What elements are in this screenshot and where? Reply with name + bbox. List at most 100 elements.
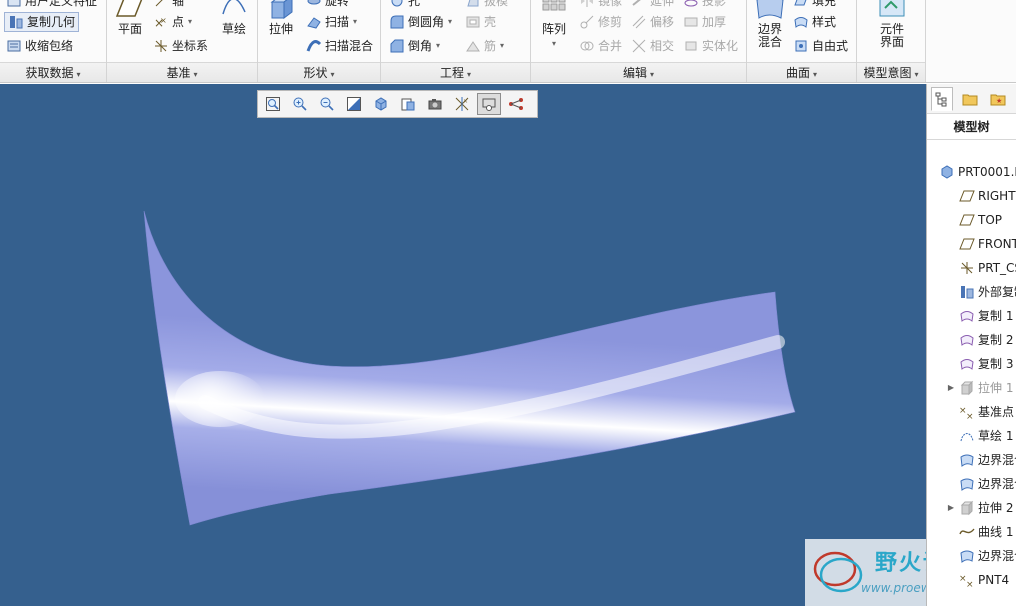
tree-item[interactable]: 外部复制几何	[945, 281, 1016, 303]
group-label-datum[interactable]: 基准 ▾	[107, 62, 257, 82]
tree-item[interactable]: ▶ 拉伸 2	[943, 497, 1013, 519]
refit-button[interactable]	[261, 93, 285, 115]
watermark-url: www.proewildfire.cn	[861, 581, 926, 595]
graphics-viewport[interactable]: × 野火论坛 www.proewildfire.cn	[0, 84, 926, 606]
tree-item[interactable]: 边界混合 2	[945, 473, 1016, 495]
tab-favorites[interactable]: ★	[987, 87, 1009, 111]
surface-model[interactable]	[0, 84, 926, 606]
extrude-button[interactable]: 拉伸	[266, 0, 296, 36]
style-button[interactable]: 样式	[793, 12, 836, 32]
axis-button[interactable]: 轴	[153, 0, 184, 11]
tree-item[interactable]: FRONT	[945, 233, 1016, 255]
sketch-button[interactable]: 草绘	[219, 0, 249, 36]
chevron-down-icon[interactable]: ▾	[188, 12, 192, 32]
tree-item-label: FRONT	[978, 237, 1016, 251]
datum-point-icon: × ×	[959, 404, 975, 420]
repaint-icon	[347, 97, 361, 111]
copy-icon	[959, 356, 975, 372]
sweep-button[interactable]: 扫描 ▾	[306, 12, 357, 32]
tree-item[interactable]: TOP	[945, 209, 1002, 231]
saved-orientations-button[interactable]	[396, 93, 420, 115]
group-label-get-data[interactable]: 获取数据 ▾	[0, 62, 106, 82]
user-defined-feature-button[interactable]: 用户定义特征	[6, 0, 97, 11]
merge-button[interactable]: 合并	[579, 36, 622, 56]
intersect-button[interactable]: 相交	[631, 36, 674, 56]
swept-blend-button[interactable]: 扫描混合	[306, 36, 373, 56]
part-icon	[939, 164, 955, 180]
shell-label: 壳	[484, 15, 497, 29]
tree-item[interactable]: × × PNT4	[945, 569, 1009, 591]
chevron-down-icon[interactable]: ▾	[448, 12, 452, 32]
trim-button[interactable]: 修剪	[579, 12, 622, 32]
group-label-model-intent[interactable]: 模型意图 ▾	[857, 62, 925, 82]
shrinkwrap-button[interactable]: 收缩包络	[6, 36, 73, 56]
draft-button[interactable]: 拔模	[465, 0, 508, 11]
fill-button[interactable]: 填充	[793, 0, 836, 11]
revolve-button[interactable]: 旋转	[306, 0, 349, 11]
trim-label: 修剪	[598, 15, 623, 29]
annotation-icon	[509, 98, 523, 110]
repaint-button[interactable]	[342, 93, 366, 115]
group-label-engineering[interactable]: 工程 ▾	[381, 62, 530, 82]
freestyle-button[interactable]: 自由式	[793, 36, 848, 56]
merge-icon	[579, 38, 595, 54]
forum-watermark: 野火论坛 www.proewildfire.cn	[805, 539, 926, 606]
chevron-down-icon[interactable]: ▾	[353, 12, 357, 32]
expand-arrow-icon[interactable]: ▶	[943, 497, 959, 519]
project-button[interactable]: 投影	[683, 0, 726, 11]
tree-item[interactable]: 草绘 1	[945, 425, 1013, 447]
group-label-surfaces[interactable]: 曲面 ▾	[747, 62, 856, 82]
component-interface-icon	[877, 0, 907, 20]
tree-item[interactable]: PRT0001.PRT	[935, 161, 1016, 183]
offset-button[interactable]: 偏移	[631, 12, 674, 32]
group-label-shapes[interactable]: 形状 ▾	[258, 62, 380, 82]
tree-item[interactable]: ▶ 拉伸 1	[943, 377, 1013, 399]
tab-model-tree[interactable]	[931, 86, 953, 111]
tree-item[interactable]: PRT_CSYS_DEF	[945, 257, 1016, 279]
plane-label: 平面	[117, 22, 142, 36]
tree-item[interactable]: × × 基准点	[945, 401, 1014, 423]
boundary-blend-button[interactable]: 边界混合	[753, 0, 787, 49]
shell-button[interactable]: 壳	[465, 12, 496, 32]
hole-button[interactable]: 孔	[389, 0, 420, 11]
pattern-button[interactable]: 阵列 ▾	[539, 0, 569, 50]
zoom-in-button[interactable]	[288, 93, 312, 115]
solidify-button[interactable]: 实体化	[683, 36, 738, 56]
component-interface-button[interactable]: 元件界面	[875, 0, 909, 49]
round-button[interactable]: 倒圆角 ▾	[389, 12, 452, 32]
copy-geometry-button[interactable]: 复制几何	[4, 12, 80, 32]
datum-display-button[interactable]: ×	[450, 93, 474, 115]
svg-text:×: ×	[966, 412, 974, 420]
tree-item-label: 外部复制几何	[978, 285, 1016, 299]
zoom-out-button[interactable]	[315, 93, 339, 115]
point-button[interactable]: × × 点 ▾	[153, 12, 192, 32]
rib-button[interactable]: 筋 ▾	[465, 36, 504, 56]
chevron-down-icon[interactable]: ▾	[436, 36, 440, 56]
tree-item[interactable]: 边界混合 3	[945, 545, 1016, 567]
forum-logo-icon	[813, 551, 863, 593]
tree-item[interactable]: 复制 3	[945, 353, 1013, 375]
tree-item[interactable]: 边界混合 1	[945, 449, 1016, 471]
extend-button[interactable]: 延伸	[631, 0, 674, 11]
view-manager-button[interactable]	[423, 93, 447, 115]
zoom-out-icon	[320, 97, 334, 111]
tree-item[interactable]: 曲线 1	[945, 521, 1013, 543]
expand-arrow-icon[interactable]: ▶	[943, 377, 959, 399]
display-style-button[interactable]	[369, 93, 393, 115]
chevron-down-icon[interactable]: ▾	[552, 39, 556, 48]
tree-item[interactable]: RIGHT	[945, 185, 1016, 207]
csys-button[interactable]: 坐标系	[153, 36, 208, 56]
plane-button[interactable]: 平面	[115, 0, 145, 36]
tree-item[interactable]: 复制 1	[945, 305, 1013, 327]
project-icon	[683, 0, 699, 9]
mirror-button[interactable]: 镜像	[579, 0, 622, 11]
spin-center-button[interactable]	[477, 93, 501, 115]
shrinkwrap-label: 收缩包络	[25, 39, 74, 53]
chamfer-button[interactable]: 倒角 ▾	[389, 36, 440, 56]
thicken-button[interactable]: 加厚	[683, 12, 726, 32]
annotation-display-button[interactable]	[504, 93, 528, 115]
tree-item[interactable]: 复制 2	[945, 329, 1013, 351]
tree-item-label: 边界混合 2	[978, 477, 1016, 491]
group-label-editing[interactable]: 编辑 ▾	[531, 62, 746, 82]
tab-folder-browser[interactable]	[959, 87, 981, 111]
